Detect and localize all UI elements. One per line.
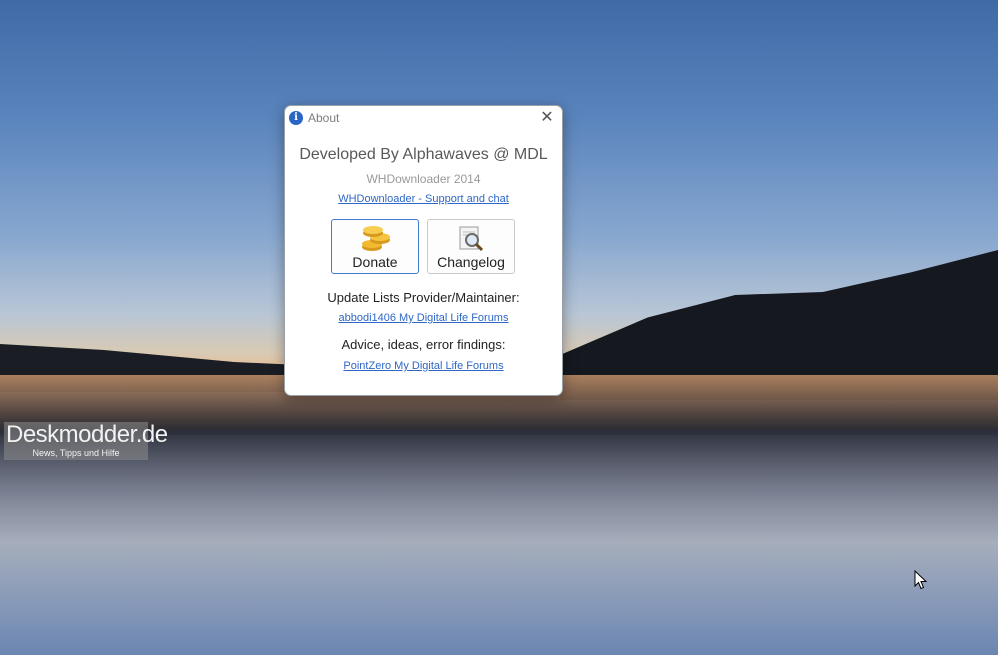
watermark-title: Deskmodder.de <box>6 421 168 448</box>
about-dialog: i About ✕ Developed By Alphawaves @ MDL … <box>284 105 563 396</box>
dialog-titlebar[interactable]: i About ✕ <box>285 106 562 130</box>
close-button[interactable]: ✕ <box>538 109 556 127</box>
changelog-button[interactable]: Changelog <box>427 219 515 274</box>
abbodi-forum-link[interactable]: abbodi1406 My Digital Life Forums <box>285 312 562 324</box>
update-lists-heading: Update Lists Provider/Maintainer: <box>327 290 520 305</box>
watermark-subtitle: News, Tipps und Hilfe <box>32 448 120 458</box>
wallpaper-reflection <box>0 430 998 655</box>
info-icon: i <box>289 111 303 125</box>
app-version-label: WHDownloader 2014 <box>366 172 481 186</box>
dialog-title: About <box>308 111 340 125</box>
support-link[interactable]: WHDownloader - Support and chat <box>285 193 562 205</box>
advice-heading: Advice, ideas, error findings: <box>341 337 506 352</box>
close-icon: ✕ <box>540 109 554 126</box>
mouse-cursor-icon <box>914 570 928 590</box>
watermark-logo: Deskmodder.de News, Tipps und Hilfe <box>4 421 168 460</box>
developer-label: Developed By Alphawaves @ MDL <box>299 146 548 163</box>
pointzero-forum-link[interactable]: PointZero My Digital Life Forums <box>285 360 562 372</box>
donate-button[interactable]: Donate <box>331 219 419 274</box>
changelog-label: Changelog <box>437 254 505 270</box>
magnifier-document-icon <box>459 226 484 252</box>
donate-label: Donate <box>352 254 398 270</box>
coins-icon <box>362 226 390 251</box>
